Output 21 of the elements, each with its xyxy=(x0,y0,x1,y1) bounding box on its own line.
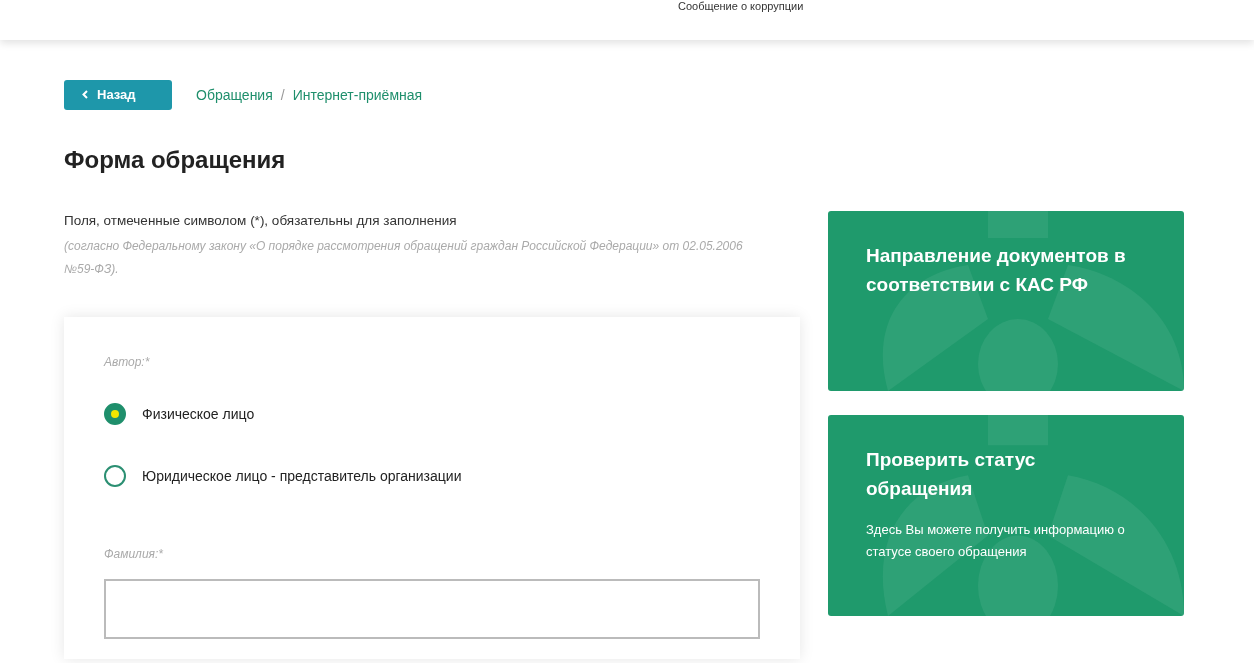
radio-button[interactable] xyxy=(104,465,126,488)
link-card[interactable]: Проверить статус обращения Здесь Вы можете получить информацию о статусе своего обращения xyxy=(828,414,1184,616)
chevron-left-icon xyxy=(82,90,88,100)
radio-button[interactable] xyxy=(104,403,126,426)
radio-label[interactable]: Физическое лицо xyxy=(142,403,255,425)
header-link[interactable]: Сообщение о коррупции xyxy=(678,1,804,12)
field-label: Фамилия:* xyxy=(104,546,164,564)
surname-field[interactable] xyxy=(104,579,760,640)
breadcrumb-separator: / xyxy=(280,85,285,105)
back-button[interactable]: Назад xyxy=(64,80,172,110)
field-label: Автор:* xyxy=(104,354,151,372)
required-fields-note: Поля, отмеченные символом (*), обязательны для заполнения xyxy=(64,211,458,230)
page-title: Форма обращения xyxy=(64,146,287,175)
law-note: (согласно Федеральному закону «О порядке рассмотрения обращений граждан Российской Федерации» от 02.05.2006 №59-ФЗ). xyxy=(64,238,744,279)
card-title: Направление документов в соответствии с КАС РФ xyxy=(866,243,1127,297)
card-text: Здесь Вы можете получить информацию о статусе своего обращения xyxy=(866,520,1126,561)
link-card[interactable]: Направление документов в соответствии с КАС РФ xyxy=(828,210,1184,391)
breadcrumb-link[interactable]: Обращения xyxy=(196,84,273,106)
radio-label[interactable]: Юридическое лицо - представитель организации xyxy=(142,465,462,487)
breadcrumb-link[interactable]: Интернет-приёмная xyxy=(292,84,423,106)
card-title: Проверить статус обращения xyxy=(866,447,1037,501)
